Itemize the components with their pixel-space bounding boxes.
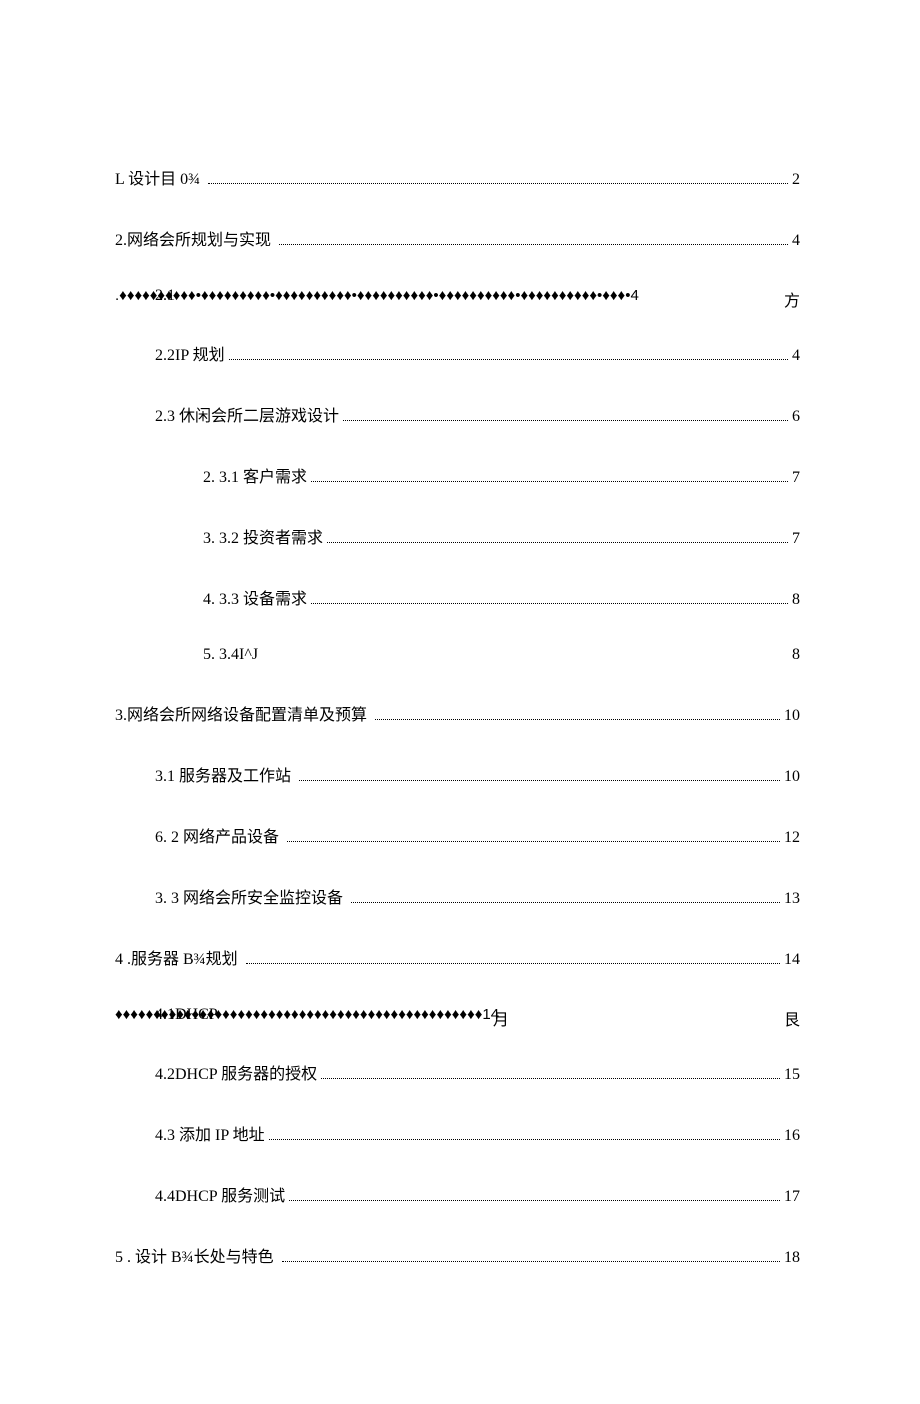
toc-page-no: 15 [784, 1066, 800, 1084]
toc-entry-8: 4. 3.3 设备需求 8 [115, 585, 800, 609]
toc-spacer [238, 951, 242, 969]
toc-label: 4.2DHCP 服务器的授权 [155, 1060, 317, 1084]
toc-page-no: 2 [792, 171, 800, 189]
toc-entry-2: 2.网络会所规划与实现 4 [115, 226, 800, 250]
toc-label: L 设计目 0¾ [115, 165, 200, 189]
toc-spacer [279, 829, 283, 847]
toc-page-no: 16 [784, 1127, 800, 1145]
toc-page-no: 13 [784, 890, 800, 908]
toc-entry-4: 2.2IP 规划 4 [115, 341, 800, 365]
toc-label: 5 . 设计 B¾长处与特色 [115, 1243, 274, 1267]
toc-leader [311, 481, 788, 482]
toc-label: 4 .服务器 B¾规划 [115, 945, 238, 969]
toc-label: 3.1 服务器及工作站 [155, 762, 291, 786]
toc-leader [279, 244, 788, 245]
toc-entry-19: 5 . 设计 B¾长处与特色 18 [115, 1243, 800, 1267]
toc-page-no: 12 [784, 829, 800, 847]
toc-leader [269, 1139, 780, 1140]
toc-spacer [271, 232, 275, 250]
toc-leader [321, 1078, 780, 1079]
toc-entry-16: 4.2DHCP 服务器的授权 15 [115, 1060, 800, 1084]
toc-diamond-leader: .♦♦♦♦♦♦♦♦♦♦•♦♦♦♦♦♦♦♦♦•♦♦♦♦♦♦♦♦♦♦•♦♦♦♦♦♦♦… [115, 287, 800, 304]
toc-entry-17: 4.3 添加 IP 地址 16 [115, 1121, 800, 1145]
toc-leader [246, 963, 780, 964]
toc-leader [327, 542, 788, 543]
toc-leader [287, 841, 780, 842]
toc-entry-13: 3. 3 网络会所安全监控设备 13 [115, 884, 800, 908]
toc-entry-12: 6. 2 网络产品设备 12 [115, 823, 800, 847]
toc-label: 2. 3.1 客户需求 [203, 463, 307, 487]
toc-spacer [200, 171, 204, 189]
toc-entry-9: 5. 3.4I^J 8 [115, 646, 800, 664]
toc-page-no: 10 [784, 707, 800, 725]
toc-label: 3. 3 网络会所安全监控设备 [155, 884, 343, 908]
toc-label: 2.2IP 规划 [155, 341, 225, 365]
toc-label: 4.3 添加 IP 地址 [155, 1121, 265, 1145]
toc-entry-5: 2.3 休闲会所二层游戏设计 6 [115, 402, 800, 426]
toc-entry-7: 3. 3.2 投资者需求 7 [115, 524, 800, 548]
toc-label-right: 艮 [784, 1006, 800, 1030]
toc-label: 3. 3.2 投资者需求 [203, 524, 323, 548]
toc-page-no: 18 [784, 1249, 800, 1267]
toc-leader [208, 183, 788, 184]
toc-page-no: 4 [792, 232, 800, 250]
toc-label: 5. 3.4I^J [203, 646, 258, 664]
toc-entry-14: 4 .服务器 B¾规划 14 [115, 945, 800, 969]
toc-label: 2.网络会所规划与实现 [115, 226, 271, 250]
toc-label: 2.3 休闲会所二层游戏设计 [155, 402, 339, 426]
toc-spacer [343, 890, 347, 908]
toc-leader [299, 780, 780, 781]
toc-entry-6: 2. 3.1 客户需求 7 [115, 463, 800, 487]
toc-leader [375, 719, 780, 720]
toc-label-right: 方 [784, 287, 800, 311]
toc-entry-18: 4.4DHCP 服务测试 17 [115, 1182, 800, 1206]
toc-leader [229, 359, 788, 360]
toc-leader [351, 902, 780, 903]
toc-entry-1: L 设计目 0¾ 2 [115, 165, 800, 189]
toc-page-no: 6 [792, 408, 800, 426]
toc-page-no: 17 [784, 1188, 800, 1206]
toc-label: 4. 3.3 设备需求 [203, 585, 307, 609]
toc-page-no: 8 [792, 591, 800, 609]
toc-page-no: 7 [792, 469, 800, 487]
toc-leader [343, 420, 788, 421]
toc-label: 6. 2 网络产品设备 [155, 823, 279, 847]
toc-entry-10: 3.网络会所网络设备配置清单及预算 10 [115, 701, 800, 725]
toc-page-no: 14 [784, 951, 800, 969]
toc-page-no: 4 [792, 347, 800, 365]
toc-spacer [274, 1249, 278, 1267]
toc-page-no: 10 [784, 768, 800, 786]
toc-page-no: 7 [792, 530, 800, 548]
toc-spacer [367, 707, 371, 725]
toc-spacer [291, 768, 295, 786]
toc-label: 4.4DHCP 服务测试 [155, 1182, 285, 1206]
toc-leader [311, 603, 788, 604]
toc-entry-11: 3.1 服务器及工作站 10 [115, 762, 800, 786]
toc-diamond-leader: ♦♦♦♦♦♦♦♦♦♦♦♦♦♦♦♦♦♦♦♦♦♦♦♦♦♦♦♦♦♦♦♦♦♦♦♦♦♦♦♦… [115, 1006, 800, 1023]
toc-page-no: 8 [792, 646, 800, 664]
page-container: L 设计目 0¾ 2 2.网络会所规划与实现 4 2.1 方 .♦♦♦♦♦♦♦♦… [0, 0, 920, 1404]
toc-leader [282, 1261, 780, 1262]
toc-label: 3.网络会所网络设备配置清单及预算 [115, 701, 367, 725]
toc-leader [289, 1200, 780, 1201]
